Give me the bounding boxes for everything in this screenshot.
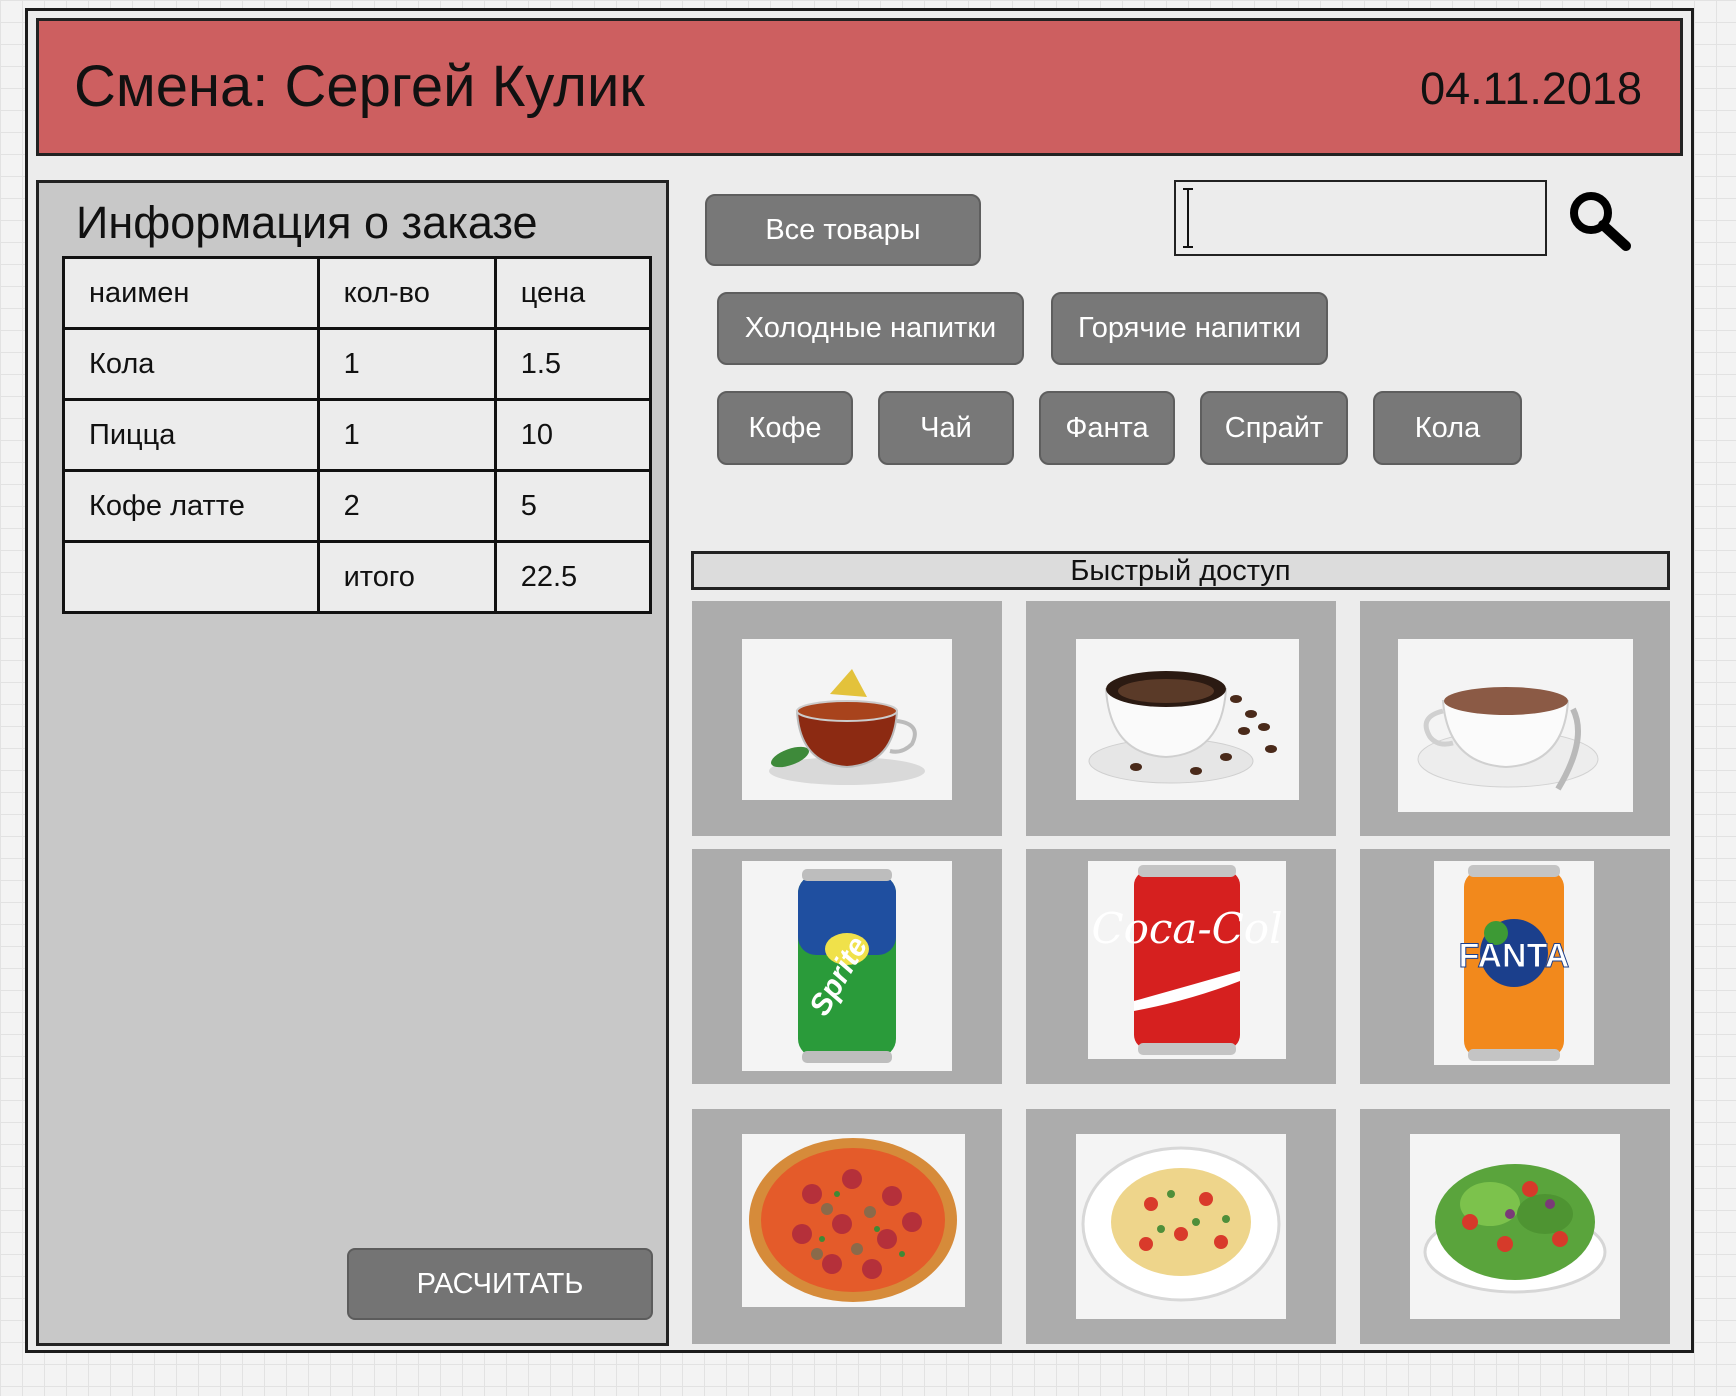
quick-item-fanta[interactable]: FANTA (1360, 849, 1670, 1084)
quick-item-cola[interactable]: Coca-Col (1026, 849, 1336, 1084)
sprite-button[interactable]: Спрайт (1200, 391, 1348, 465)
shift-header: Смена: Сергей Кулик 04.11.2018 (36, 18, 1683, 156)
quick-item-hot-chocolate[interactable] (1360, 601, 1670, 836)
all-products-button[interactable]: Все товары (705, 194, 981, 266)
item-price-cell: 1.5 (493, 327, 653, 401)
quick-item-salad[interactable] (1360, 1109, 1670, 1344)
pizza-image (742, 1134, 965, 1307)
order-info-panel: Информация о заказе наимен кол-во цена К… (36, 180, 669, 1346)
table-row[interactable]: Кола 1 1.5 (62, 327, 653, 401)
black-coffee-image (1076, 639, 1299, 800)
hot-chocolate-image (1398, 639, 1633, 812)
quick-item-tea[interactable] (692, 601, 1002, 836)
item-qty-cell: 1 (316, 398, 497, 472)
total-row: итого 22.5 (62, 540, 653, 614)
svg-text:Coca-Col: Coca-Col (1091, 904, 1282, 953)
column-header-name: наимен (62, 256, 320, 330)
item-name-cell: Кола (62, 327, 320, 401)
item-name-cell: Пицца (62, 398, 320, 472)
total-label: итого (316, 540, 497, 614)
cold-drinks-button[interactable]: Холодные напитки (717, 292, 1024, 365)
tea-button[interactable]: Чай (878, 391, 1014, 465)
quick-item-coffee[interactable] (1026, 601, 1336, 836)
table-row[interactable]: Пицца 1 10 (62, 398, 653, 472)
quick-item-pizza[interactable] (692, 1109, 1002, 1344)
total-value: 22.5 (493, 540, 653, 614)
coffee-button[interactable]: Кофе (717, 391, 853, 465)
salad-image (1410, 1134, 1620, 1319)
pasta-image (1076, 1134, 1286, 1319)
tea-cup-image (742, 639, 952, 800)
table-row[interactable]: Кофе латте 2 5 (62, 469, 653, 543)
order-info-title: Информация о заказе (76, 197, 538, 248)
coca-cola-can-image: Coca-Col (1088, 861, 1286, 1059)
order-table: наимен кол-во цена Кола 1 1.5 Пицца 1 10… (62, 256, 653, 614)
fanta-can-image: FANTA (1434, 861, 1594, 1065)
total-empty-cell (62, 540, 320, 614)
item-price-cell: 10 (493, 398, 653, 472)
svg-text:FANTA: FANTA (1459, 937, 1570, 975)
item-price-cell: 5 (493, 469, 653, 543)
cola-button[interactable]: Кола (1373, 391, 1522, 465)
sprite-can-image: Sprite (742, 861, 952, 1071)
fanta-button[interactable]: Фанта (1039, 391, 1175, 465)
quick-item-sprite[interactable]: Sprite (692, 849, 1002, 1084)
item-qty-cell: 1 (316, 327, 497, 401)
calculate-button[interactable]: РАСЧИТАТЬ (347, 1248, 653, 1320)
order-table-header: наимен кол-во цена (62, 256, 653, 330)
quick-access-title: Быстрый доступ (691, 551, 1670, 590)
search-icon[interactable] (1566, 188, 1632, 254)
shift-date: 04.11.2018 (1420, 63, 1642, 114)
hot-drinks-button[interactable]: Горячие напитки (1051, 292, 1328, 365)
search-input[interactable] (1174, 180, 1547, 256)
column-header-price: цена (493, 256, 653, 330)
shift-title: Смена: Сергей Кулик (74, 54, 645, 119)
quick-item-pasta[interactable] (1026, 1109, 1336, 1344)
item-qty-cell: 2 (316, 469, 497, 543)
item-name-cell: Кофе латте (62, 469, 320, 543)
column-header-qty: кол-во (316, 256, 497, 330)
